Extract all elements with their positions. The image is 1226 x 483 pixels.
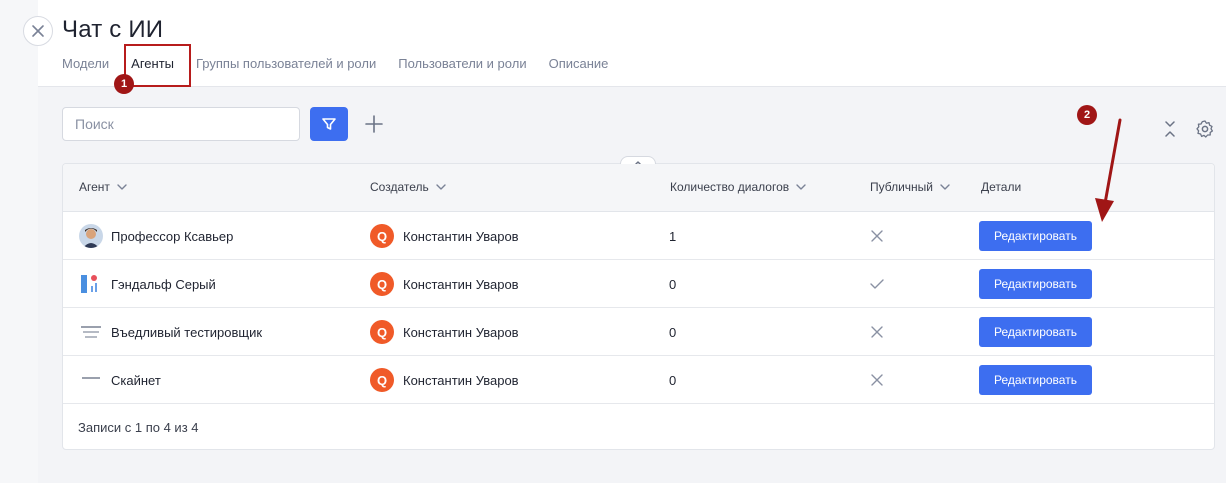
chevron-down-icon xyxy=(796,184,806,190)
table-row: Скайнет Q Константин Уваров 0 Редактиров… xyxy=(63,356,1214,404)
page-title: Чат с ИИ xyxy=(62,16,164,43)
settings-button[interactable] xyxy=(1195,119,1215,139)
check-icon xyxy=(870,260,884,308)
close-icon xyxy=(871,308,883,356)
left-sidebar-strip xyxy=(0,0,38,483)
annotation-highlight-box xyxy=(124,44,191,87)
tab-models[interactable]: Модели xyxy=(62,56,109,71)
tab-users-roles[interactable]: Пользователи и роли xyxy=(398,56,526,71)
agent-avatar xyxy=(79,224,103,248)
dialogs-count: 0 xyxy=(669,276,677,292)
agent-avatar xyxy=(79,272,103,296)
filter-button[interactable] xyxy=(310,107,348,141)
agent-avatar xyxy=(79,320,103,344)
close-icon xyxy=(32,25,44,37)
chevron-down-icon xyxy=(940,184,950,190)
pagination-info: Записи с 1 по 4 из 4 xyxy=(78,420,199,435)
dialogs-count: 0 xyxy=(669,324,677,340)
page: Чат с ИИ Модели Агенты Группы пользовате… xyxy=(38,0,1226,483)
edit-button[interactable]: Редактировать xyxy=(979,269,1092,299)
close-icon xyxy=(871,212,883,260)
agent-name[interactable]: Скайнет xyxy=(111,373,161,388)
table-header: Агент Создатель Количество диалогов Публ… xyxy=(63,164,1214,212)
edit-button[interactable]: Редактировать xyxy=(979,221,1092,251)
add-agent-button[interactable] xyxy=(362,112,386,136)
gear-icon xyxy=(1196,120,1214,138)
agent-cell: Скайнет xyxy=(79,356,161,404)
column-creator[interactable]: Создатель xyxy=(370,180,446,194)
table-row: Въедливый тестировщик Q Константин Уваро… xyxy=(63,308,1214,356)
agent-cell: Въедливый тестировщик xyxy=(79,308,262,356)
creator-cell: Q Константин Уваров xyxy=(370,356,519,404)
creator-cell: Q Константин Уваров xyxy=(370,260,519,308)
creator-name: Константин Уваров xyxy=(403,324,519,340)
creator-cell: Q Константин Уваров xyxy=(370,212,519,260)
chevron-down-icon xyxy=(436,184,446,190)
agent-name[interactable]: Въедливый тестировщик xyxy=(111,325,262,340)
annotation-arrow xyxy=(1095,118,1122,222)
agent-name[interactable]: Гэндальф Серый xyxy=(111,277,216,292)
close-button[interactable] xyxy=(23,16,53,46)
creator-cell: Q Константин Уваров xyxy=(370,308,519,356)
chevron-down-icon xyxy=(117,184,127,190)
edit-button[interactable]: Редактировать xyxy=(979,365,1092,395)
tab-description[interactable]: Описание xyxy=(549,56,609,71)
agent-avatar xyxy=(79,368,103,392)
creator-name: Константин Уваров xyxy=(403,276,519,292)
column-details: Детали xyxy=(981,180,1022,194)
column-agent[interactable]: Агент xyxy=(79,180,127,194)
agents-table: Агент Создатель Количество диалогов Публ… xyxy=(62,156,1215,450)
dialogs-count: 0 xyxy=(669,372,677,388)
avatar: Q xyxy=(370,224,394,248)
agent-name[interactable]: Профессор Ксавьер xyxy=(111,229,233,244)
column-public[interactable]: Публичный xyxy=(870,180,950,194)
column-dialogs-count[interactable]: Количество диалогов xyxy=(670,180,806,194)
table-row: Профессор Ксавьер Q Константин Уваров 1 … xyxy=(63,212,1214,260)
collapse-button[interactable] xyxy=(1162,119,1178,139)
close-icon xyxy=(871,356,883,404)
page-header: Чат с ИИ Модели Агенты Группы пользовате… xyxy=(38,0,1226,94)
creator-name: Константин Уваров xyxy=(403,228,519,244)
filter-icon xyxy=(322,118,336,130)
agent-cell: Гэндальф Серый xyxy=(79,260,216,308)
plus-icon xyxy=(365,115,383,133)
edit-button[interactable]: Редактировать xyxy=(979,317,1092,347)
avatar: Q xyxy=(370,368,394,392)
collapse-icon xyxy=(1165,121,1175,137)
avatar: Q xyxy=(370,272,394,296)
agent-cell: Профессор Ксавьер xyxy=(79,212,233,260)
tab-user-groups-roles[interactable]: Группы пользователей и роли xyxy=(196,56,376,71)
search-input[interactable] xyxy=(62,107,300,141)
table-row: Гэндальф Серый Q Константин Уваров 0 Ред… xyxy=(63,260,1214,308)
creator-name: Константин Уваров xyxy=(403,372,519,388)
annotation-badge-1: 1 xyxy=(114,74,134,94)
dialogs-count: 1 xyxy=(669,228,677,244)
avatar: Q xyxy=(370,320,394,344)
